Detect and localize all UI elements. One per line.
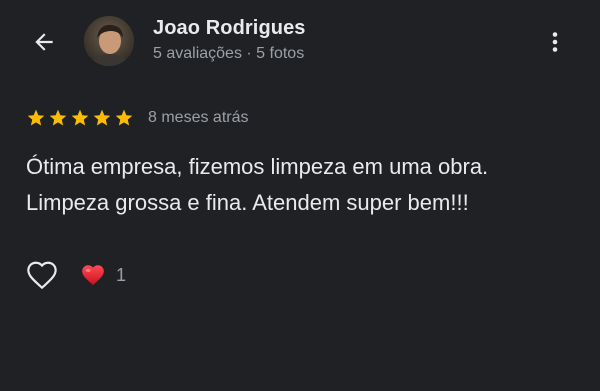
red-heart-icon (82, 265, 104, 286)
star-icon (27, 109, 45, 126)
star-icon (71, 109, 89, 126)
reaction-count: 1 (116, 264, 127, 285)
more-options-button[interactable] (538, 22, 572, 62)
reviewer-name[interactable]: Joao Rodrigues (153, 17, 306, 40)
back-button[interactable] (24, 22, 64, 62)
review-text: Ótima empresa, fizemos limpeza em uma ob… (26, 149, 586, 221)
heart-outline-icon (27, 261, 57, 290)
review-date: 8 meses atrás (148, 109, 249, 126)
rating-row: 8 meses atrás (26, 107, 248, 129)
review-actions: 1 (24, 258, 126, 292)
more-vert-icon (552, 32, 558, 52)
review-text-line: Ótima empresa, fizemos limpeza em uma ob… (26, 154, 489, 179)
heart-reaction[interactable]: 1 (80, 263, 126, 287)
avatar[interactable] (84, 16, 134, 66)
reviewer-stats: 5 avaliações · 5 fotos (153, 45, 305, 62)
review-header: Joao Rodrigues 5 avaliações · 5 fotos (0, 0, 600, 84)
star-icon (115, 109, 133, 126)
star-icon (49, 109, 67, 126)
review-text-line: Limpeza grossa e fina. Atendem super bem… (26, 190, 469, 215)
like-button[interactable] (24, 258, 60, 292)
review-screen: Joao Rodrigues 5 avaliações · 5 fotos 8 … (0, 0, 600, 391)
star-rating (26, 108, 134, 128)
arrow-back-icon (35, 33, 53, 51)
star-icon (93, 109, 111, 126)
